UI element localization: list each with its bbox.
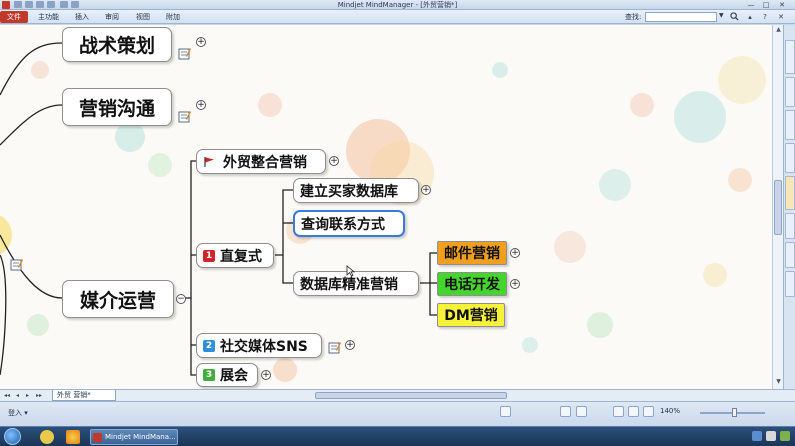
side-tab[interactable] <box>785 40 795 74</box>
zoom-slider-handle[interactable] <box>732 408 737 417</box>
main-topic-marketing-communication[interactable]: 营销沟通 <box>62 88 172 126</box>
topic-build-buyer-database[interactable]: 建立买家数据库 <box>293 178 419 203</box>
window-title: Mindjet MindManager - [外贸营销*] <box>337 1 458 9</box>
ribbon-minimize-icon[interactable]: ▴ <box>745 12 755 22</box>
sheet-next-icon[interactable]: ▸ <box>26 391 29 401</box>
subtopic-direct-response[interactable]: 1 直复式 <box>196 243 274 268</box>
topic-database-precision-marketing[interactable]: 数据库精准营销 <box>293 271 419 296</box>
search-icon[interactable] <box>730 12 739 21</box>
ribbon-tabs: 文件 主功能 插入 审阅 视图 附加 查找: ▼ ▴ ? ✕ <box>0 10 795 24</box>
taskbar-task-label: Mindjet MindMana... <box>105 433 176 441</box>
tab-review[interactable]: 审阅 <box>105 11 119 23</box>
maximize-button[interactable]: □ <box>760 1 772 9</box>
layout-icon[interactable] <box>560 406 571 417</box>
tab-home[interactable]: 主功能 <box>38 11 59 23</box>
priority-3-icon: 3 <box>203 369 215 381</box>
expand-icon[interactable]: + <box>421 185 431 195</box>
expand-icon[interactable]: + <box>261 370 271 380</box>
file-menu[interactable]: 文件 <box>0 11 28 23</box>
view-outline-icon[interactable] <box>628 406 639 417</box>
sheet-tab[interactable]: 外贸 营销* <box>52 390 116 401</box>
filter-icon[interactable] <box>576 406 587 417</box>
sheet-prev-icon[interactable]: ◂ <box>16 391 19 401</box>
side-tab[interactable] <box>785 271 795 297</box>
note-icon[interactable] <box>10 258 23 271</box>
subtopic-label: 外贸整合营销 <box>223 154 307 171</box>
mindmanager-icon <box>93 433 102 442</box>
tab-insert[interactable]: 插入 <box>75 11 89 23</box>
view-normal-icon[interactable] <box>613 406 624 417</box>
vertical-scrollbar[interactable]: ▲ ▼ <box>772 25 783 389</box>
priority-2-icon: 2 <box>203 339 215 352</box>
subtopic-label: 社交媒体SNS <box>220 338 308 355</box>
subtopic-social-media[interactable]: 2 社交媒体SNS <box>196 333 322 358</box>
leaf-dm-marketing[interactable]: DM营销 <box>437 303 505 327</box>
volume-icon[interactable] <box>766 431 776 441</box>
expand-icon[interactable]: + <box>196 100 206 110</box>
horizontal-scroll-thumb[interactable] <box>315 392 507 399</box>
red-flag-icon <box>204 156 214 167</box>
priority-1-icon: 1 <box>203 249 215 262</box>
help-icon[interactable]: ? <box>760 12 770 22</box>
view-gantt-icon[interactable] <box>643 406 654 417</box>
sheet-first-icon[interactable]: ◂◂ <box>4 391 10 401</box>
browser-icon[interactable] <box>66 430 80 444</box>
side-tab[interactable] <box>785 110 795 140</box>
connector-lines <box>0 42 437 376</box>
side-tab[interactable] <box>785 176 795 210</box>
task-pane-tabs <box>783 25 795 389</box>
minimize-button[interactable]: — <box>745 1 757 9</box>
search-input[interactable] <box>645 12 717 22</box>
close-button[interactable]: ✕ <box>776 1 788 9</box>
fit-map-icon[interactable] <box>500 406 511 417</box>
subtopic-integrated-marketing[interactable]: 外贸整合营销 <box>196 149 326 174</box>
expand-icon[interactable]: + <box>196 37 206 47</box>
side-tab[interactable] <box>785 143 795 173</box>
leaf-email-marketing[interactable]: 邮件营销 <box>437 241 507 265</box>
main-topic-tactical-planning[interactable]: 战术策划 <box>62 27 172 62</box>
windows-taskbar: Mindjet MindMana... <box>0 426 795 446</box>
map-canvas[interactable]: 战术策划 + 营销沟通 + 媒介运营 − 外贸整合营销 + 1 直复式 2 社交… <box>0 25 772 389</box>
zoom-level: 140% <box>660 407 681 415</box>
qq-icon[interactable] <box>40 430 54 444</box>
scroll-thumb[interactable] <box>774 180 782 235</box>
main-topic-media-operation[interactable]: 媒介运营 <box>62 280 174 318</box>
side-tab[interactable] <box>785 77 795 107</box>
search-dropdown-icon[interactable]: ▼ <box>719 12 724 19</box>
subtopic-label: 直复式 <box>220 248 262 265</box>
status-bar: 登入 ▾ 140% <box>0 401 795 426</box>
expand-icon[interactable]: + <box>345 340 355 350</box>
topic-query-contact[interactable]: 查询联系方式 <box>293 210 405 237</box>
note-icon[interactable] <box>328 341 341 354</box>
tray-icon[interactable] <box>752 431 762 441</box>
side-tab[interactable] <box>785 213 795 239</box>
title-bar: Mindjet MindManager - [外贸营销*] — □ ✕ <box>0 0 795 10</box>
search-label: 查找: <box>625 13 642 21</box>
collapse-icon[interactable]: − <box>176 294 186 304</box>
expand-icon[interactable]: + <box>510 279 520 289</box>
note-icon[interactable] <box>178 47 191 60</box>
leaf-phone-development[interactable]: 电话开发 <box>437 272 507 296</box>
mouse-cursor-icon <box>346 265 355 277</box>
expand-icon[interactable]: + <box>329 156 339 166</box>
side-tab[interactable] <box>785 242 795 268</box>
note-icon[interactable] <box>178 110 191 123</box>
doc-close-icon[interactable]: ✕ <box>776 12 786 22</box>
sheet-tab-bar: ◂◂ ◂ ▸ ▸▸ 外贸 营销* <box>0 389 795 401</box>
sheet-last-icon[interactable]: ▸▸ <box>36 391 42 401</box>
tab-view[interactable]: 视图 <box>136 11 150 23</box>
subtopic-label: 展会 <box>220 368 248 384</box>
expand-icon[interactable]: + <box>510 248 520 258</box>
network-icon[interactable] <box>780 431 790 441</box>
tab-addins[interactable]: 附加 <box>166 11 180 23</box>
subtopic-exhibition[interactable]: 3 展会 <box>196 363 258 387</box>
taskbar-mindmanager[interactable]: Mindjet MindMana... <box>90 429 178 445</box>
status-text[interactable]: 登入 ▾ <box>8 408 28 418</box>
start-button[interactable] <box>4 428 21 445</box>
